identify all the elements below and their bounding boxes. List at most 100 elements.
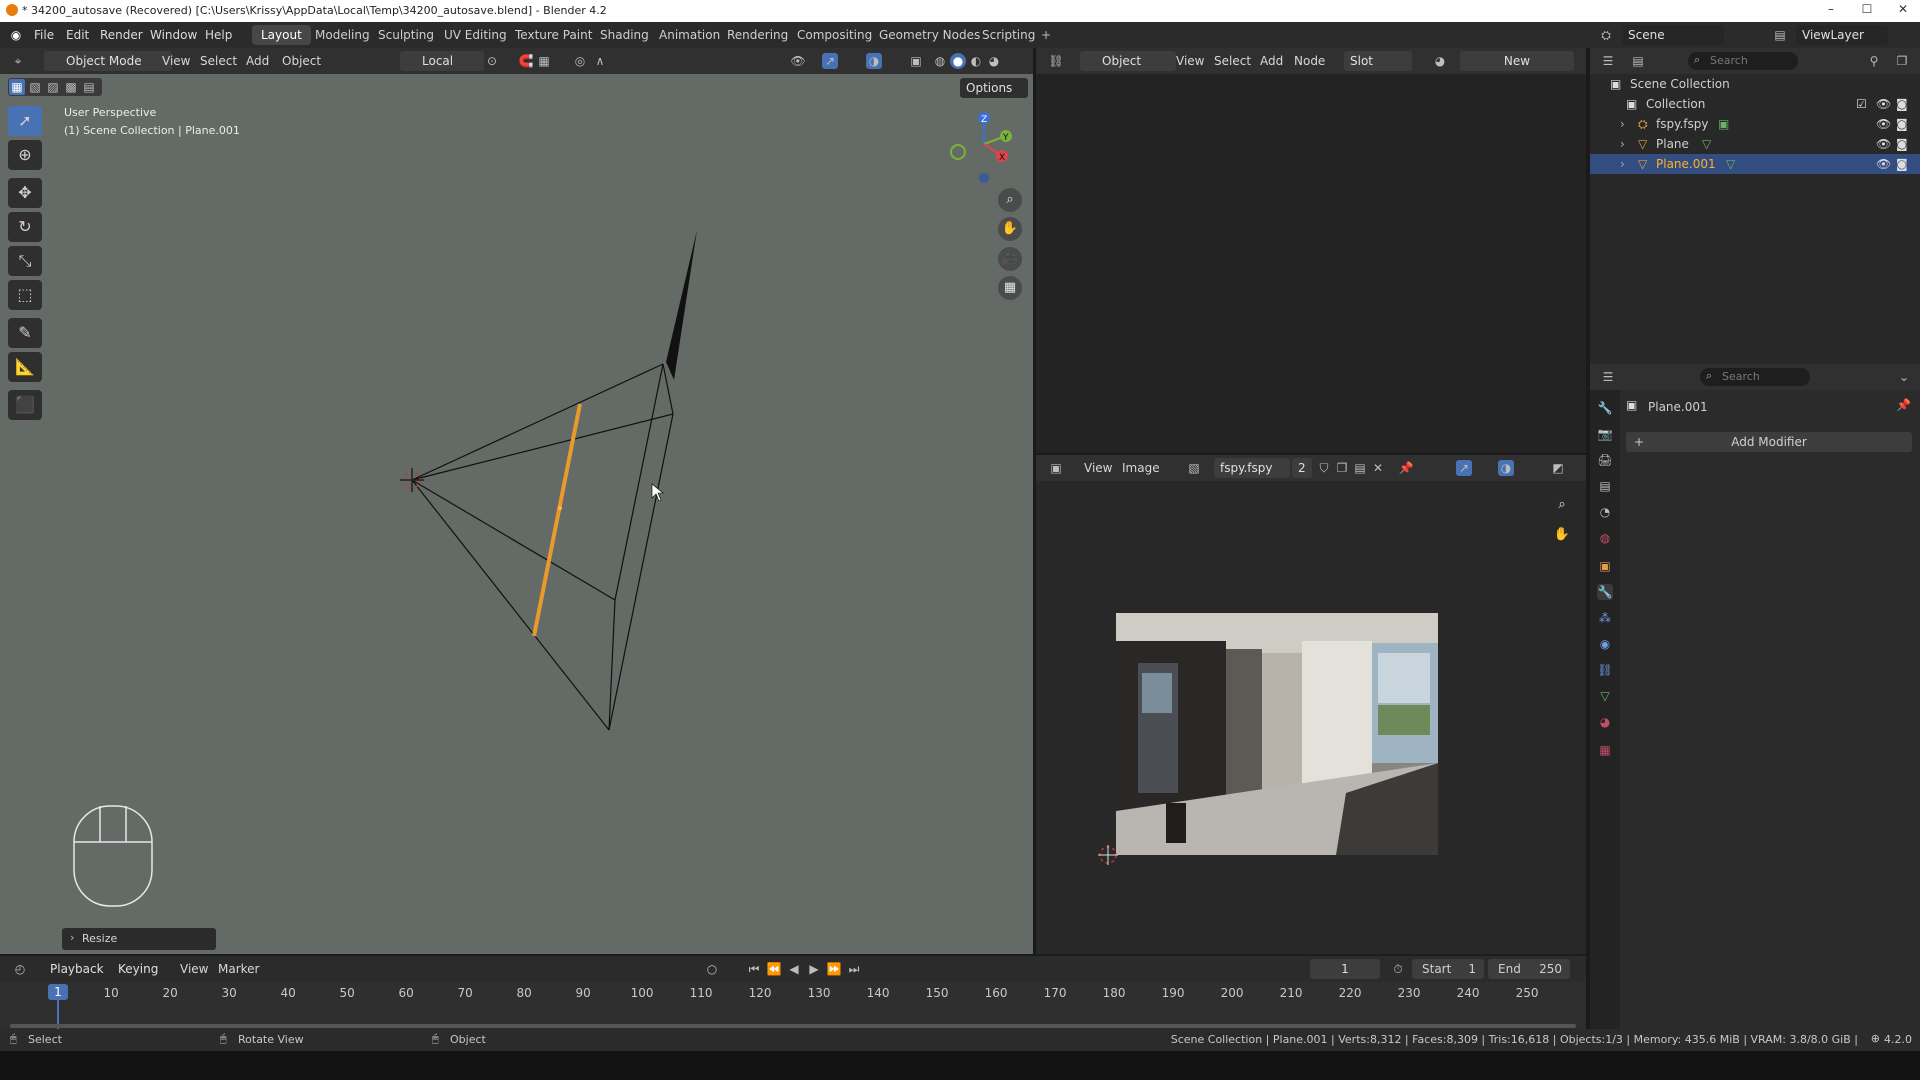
outliner-row-scene-collection[interactable]: ▣ Scene Collection bbox=[1590, 74, 1920, 94]
new-material-button[interactable]: New bbox=[1460, 51, 1574, 71]
image-users-count[interactable]: 2 bbox=[1292, 458, 1312, 478]
constraints-tab-icon[interactable]: ⛓ bbox=[1597, 662, 1613, 678]
image-browse-icon[interactable]: ▧ bbox=[1186, 460, 1202, 476]
outliner-search[interactable]: ⌕ Search bbox=[1688, 52, 1798, 70]
editor-type-icon[interactable]: ⌖ bbox=[10, 53, 26, 69]
display-mode-icon[interactable]: ▤ bbox=[1630, 53, 1646, 69]
tab-scripting[interactable]: Scripting bbox=[973, 25, 1044, 45]
add-workspace-icon[interactable]: + bbox=[1038, 27, 1054, 43]
camera-icon[interactable]: ◙ bbox=[1896, 134, 1908, 154]
timeline-editor-icon[interactable]: ◴ bbox=[12, 961, 28, 977]
scene-selector[interactable]: Scene bbox=[1622, 25, 1724, 45]
close-button[interactable]: ✕ bbox=[1888, 2, 1918, 20]
duplicate-image-icon[interactable]: ❐ bbox=[1334, 460, 1350, 476]
jump-start-icon[interactable]: ⏮ bbox=[746, 961, 762, 977]
object-tab-icon[interactable]: ▣ bbox=[1597, 558, 1613, 574]
stopwatch-icon[interactable]: ⏱ bbox=[1390, 961, 1406, 977]
proportional-edit-icon[interactable]: ◎ bbox=[572, 53, 588, 69]
gizmo-toggle-icon[interactable]: ↗ bbox=[822, 53, 838, 69]
menu-window[interactable]: Window bbox=[150, 28, 197, 42]
image-zoom-button[interactable]: ⌕ bbox=[1550, 493, 1574, 517]
visibility-icon[interactable]: 👁 bbox=[790, 53, 806, 69]
image-menu-image[interactable]: Image bbox=[1122, 458, 1160, 478]
falloff-icon[interactable]: ∧ bbox=[592, 53, 608, 69]
blender-menu-icon[interactable]: ◉ bbox=[8, 27, 24, 43]
image-pan-button[interactable]: ✋ bbox=[1550, 523, 1574, 547]
menu-render[interactable]: Render bbox=[100, 28, 143, 42]
camera-icon[interactable]: ◙ bbox=[1896, 94, 1908, 114]
wireframe-shading-icon[interactable]: ◍ bbox=[932, 53, 948, 69]
node-editor-icon[interactable]: ⛓ bbox=[1048, 53, 1064, 69]
pivot-icon[interactable]: ⊙ bbox=[484, 53, 500, 69]
view-layer-tab-icon[interactable]: ▤ bbox=[1597, 478, 1613, 494]
viewport-menu-view[interactable]: View bbox=[162, 51, 190, 71]
modifier-tab-icon[interactable]: 🔧 bbox=[1597, 584, 1613, 600]
play-icon[interactable]: ▶ bbox=[806, 961, 822, 977]
current-frame-field[interactable]: 1 bbox=[1310, 959, 1380, 979]
data-tab-icon[interactable]: ▽ bbox=[1597, 688, 1613, 704]
filter-icon[interactable]: ⚲ bbox=[1866, 53, 1882, 69]
unlink-image-icon[interactable]: ✕ bbox=[1370, 460, 1386, 476]
menu-edit[interactable]: Edit bbox=[66, 28, 89, 42]
snap-target-icon[interactable]: ▦ bbox=[536, 53, 552, 69]
image-editor-icon[interactable]: ▣ bbox=[1048, 460, 1064, 476]
outliner-editor-icon[interactable]: ☰ bbox=[1600, 53, 1616, 69]
timeline-menu-playback[interactable]: Playback bbox=[44, 959, 110, 979]
tab-compositing[interactable]: Compositing bbox=[788, 25, 881, 45]
pin-icon[interactable]: 📌 bbox=[1896, 398, 1911, 412]
menu-help[interactable]: Help bbox=[205, 28, 232, 42]
scene-icon[interactable]: ⛭ bbox=[1598, 27, 1614, 43]
chevron-right-icon[interactable]: › bbox=[1620, 154, 1625, 174]
auto-keying-icon[interactable]: ○ bbox=[704, 961, 720, 977]
output-tab-icon[interactable]: 🖨 bbox=[1597, 452, 1613, 468]
material-browse-icon[interactable]: ◕ bbox=[1432, 53, 1448, 69]
viewport-menu-select[interactable]: Select bbox=[200, 51, 237, 71]
material-shading-icon[interactable]: ◐ bbox=[968, 53, 984, 69]
tab-shading[interactable]: Shading bbox=[591, 25, 658, 45]
outliner-row-fspy[interactable]: › ⛭ fspy.fspy ▣ 👁 ◙ bbox=[1590, 114, 1920, 134]
outliner-row-collection[interactable]: ▣ Collection ☑ 👁 ◙ bbox=[1590, 94, 1920, 114]
minimize-button[interactable]: – bbox=[1816, 2, 1846, 20]
end-frame-field[interactable]: End 250 bbox=[1488, 959, 1570, 979]
jump-end-icon[interactable]: ⏭ bbox=[846, 961, 862, 977]
outliner-row-plane-001[interactable]: › ▽ Plane.001 ▽ 👁 ◙ bbox=[1590, 154, 1920, 174]
xray-icon[interactable]: ▣ bbox=[908, 53, 924, 69]
start-frame-field[interactable]: Start 1 bbox=[1412, 959, 1484, 979]
shader-menu-select[interactable]: Select bbox=[1214, 51, 1251, 71]
slot-selector[interactable]: Slot bbox=[1344, 51, 1412, 71]
snap-icon[interactable]: 🧲 bbox=[518, 53, 534, 69]
tab-layout[interactable]: Layout bbox=[252, 25, 311, 45]
timeline-menu-marker[interactable]: Marker bbox=[218, 959, 259, 979]
material-tab-icon[interactable]: ◕ bbox=[1597, 714, 1613, 730]
open-image-icon[interactable]: ▤ bbox=[1352, 460, 1368, 476]
display-channels-icon[interactable]: ◩ bbox=[1550, 460, 1566, 476]
menu-file[interactable]: File bbox=[34, 28, 54, 42]
shader-editor[interactable] bbox=[1036, 74, 1586, 453]
chevron-right-icon[interactable]: › bbox=[1620, 114, 1625, 134]
camera-icon[interactable]: ◙ bbox=[1896, 114, 1908, 134]
chevron-down-icon[interactable]: ⌄ bbox=[1896, 369, 1912, 385]
shader-menu-add[interactable]: Add bbox=[1260, 51, 1283, 71]
properties-editor-icon[interactable]: ☰ bbox=[1600, 369, 1616, 385]
next-keyframe-icon[interactable]: ⏩ bbox=[826, 961, 842, 977]
tab-modeling[interactable]: Modeling bbox=[306, 25, 379, 45]
3d-viewport[interactable]: ▦ ▧ ▨ ▩ ▤ Options User Perspective (1) S… bbox=[0, 74, 1033, 954]
timeline-menu-view[interactable]: View bbox=[180, 959, 208, 979]
outliner-row-plane[interactable]: › ▽ Plane ▽ 👁 ◙ bbox=[1590, 134, 1920, 154]
tab-rendering[interactable]: Rendering bbox=[718, 25, 797, 45]
timeline-scrollbar[interactable] bbox=[10, 1024, 1576, 1028]
physics-tab-icon[interactable]: ◉ bbox=[1597, 636, 1613, 652]
chevron-right-icon[interactable]: › bbox=[1620, 134, 1625, 154]
last-operator-panel[interactable]: › Resize bbox=[62, 928, 216, 950]
checkbox-icon[interactable]: ☑ bbox=[1856, 94, 1867, 114]
pin-icon[interactable]: 📌 bbox=[1398, 460, 1414, 476]
overlay-icon[interactable]: ◑ bbox=[1498, 460, 1514, 476]
viewport-menu-add[interactable]: Add bbox=[246, 51, 269, 71]
playhead[interactable]: 1 bbox=[48, 984, 68, 1000]
eye-icon[interactable]: 👁 bbox=[1876, 94, 1891, 114]
texture-tab-icon[interactable]: ▦ bbox=[1597, 742, 1613, 758]
image-name-field[interactable]: fspy.fspy bbox=[1214, 458, 1290, 478]
eye-icon[interactable]: 👁 bbox=[1876, 114, 1891, 134]
fake-user-icon[interactable]: ⛉ bbox=[1316, 460, 1332, 476]
view-layer-icon[interactable]: ▤ bbox=[1772, 27, 1788, 43]
